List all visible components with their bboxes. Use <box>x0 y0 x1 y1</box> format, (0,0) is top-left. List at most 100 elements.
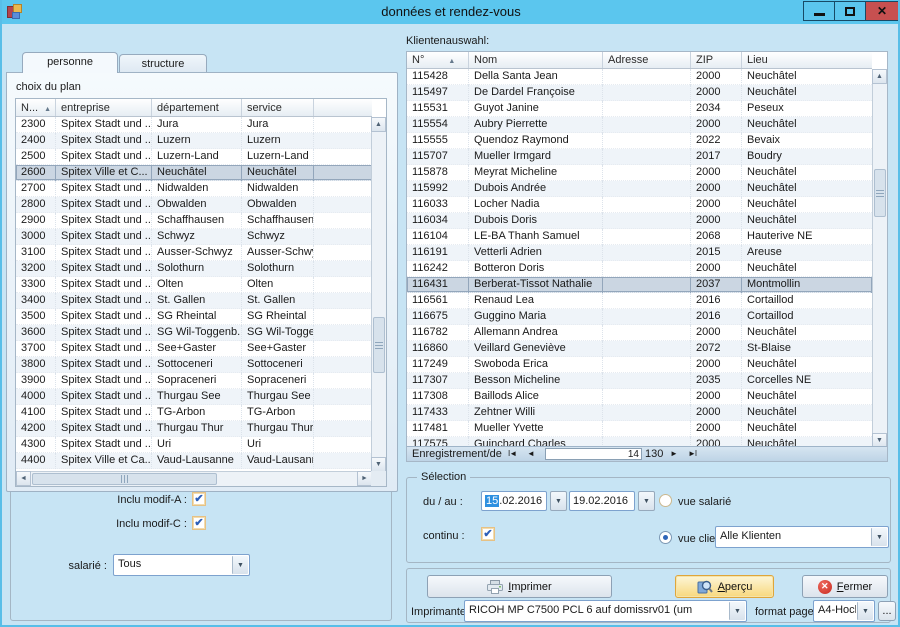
scroll-up-icon[interactable]: ▲ <box>872 69 887 84</box>
date-to-dropdown-icon[interactable] <box>638 491 655 511</box>
table-row[interactable]: 3200 Spitex Stadt und ... Solothurn Solo… <box>16 261 372 277</box>
modif-c-checkbox[interactable] <box>192 516 206 530</box>
maximize-button[interactable] <box>834 1 866 21</box>
scroll-left-icon[interactable]: ◄ <box>16 471 31 486</box>
table-row[interactable]: 3600 Spitex Stadt und ... SG Wil-Toggenb… <box>16 325 372 341</box>
close-button[interactable] <box>865 1 899 21</box>
salarie-combobox[interactable]: Tous <box>113 554 250 576</box>
table-row[interactable]: 2400 Spitex Stadt und ... Luzern Luzern <box>16 133 372 149</box>
table-row[interactable]: 3900 Spitex Stadt und ... Sopraceneri So… <box>16 373 372 389</box>
apercu-button[interactable]: Aperçu <box>675 575 774 598</box>
table-row[interactable]: 116191 Vetterli Adrien 2015 Areuse <box>407 245 872 261</box>
table-row[interactable]: 4200 Spitex Stadt und ... Thurgau Thur T… <box>16 421 372 437</box>
client-vscroll-thumb[interactable] <box>874 169 886 217</box>
table-row[interactable]: 116034 Dubois Doris 2000 Neuchâtel <box>407 213 872 229</box>
modif-a-checkbox[interactable] <box>192 492 206 506</box>
table-row[interactable]: 2500 Spitex Stadt und ... Luzern-Land Lu… <box>16 149 372 165</box>
cell-zip: 2017 <box>691 149 742 165</box>
client-col-zip[interactable]: ZIP <box>691 52 742 68</box>
date-to-field[interactable]: 19.02.2016 <box>569 491 635 511</box>
table-row[interactable]: 116242 Botteron Doris 2000 Neuchâtel <box>407 261 872 277</box>
tab-structure[interactable]: structure <box>119 54 207 73</box>
chevron-down-icon[interactable] <box>232 556 248 574</box>
chevron-down-icon[interactable] <box>729 602 745 620</box>
table-row[interactable]: 3100 Spitex Stadt und ... Ausser-Schwyz … <box>16 245 372 261</box>
table-row[interactable]: 4100 Spitex Stadt und ... TG-Arbon TG-Ar… <box>16 405 372 421</box>
table-row[interactable]: 116561 Renaud Lea 2016 Cortaillod <box>407 293 872 309</box>
date-from-dropdown-icon[interactable] <box>550 491 567 511</box>
table-row[interactable]: 116860 Veillard Geneviève 2072 St-Blaise <box>407 341 872 357</box>
chevron-down-icon[interactable] <box>857 602 873 620</box>
imprimante-combobox[interactable]: RICOH MP C7500 PCL 6 auf domissrv01 (um <box>464 600 747 622</box>
fermer-button[interactable]: Fermer <box>802 575 888 598</box>
table-row[interactable]: 3700 Spitex Stadt und ... See+Gaster See… <box>16 341 372 357</box>
table-row[interactable]: 115878 Meyrat Micheline 2000 Neuchâtel <box>407 165 872 181</box>
nav-first-icon[interactable]: I◄ <box>508 449 516 458</box>
record-position-input[interactable]: 14 <box>545 448 642 460</box>
table-row[interactable]: 115428 Della Santa Jean 2000 Neuchâtel <box>407 69 872 85</box>
table-row[interactable]: 116431 Berberat-Tissot Nathalie 2037 Mon… <box>407 277 872 293</box>
table-row[interactable]: 2600 Spitex Ville et C... Neuchâtel Neuc… <box>16 165 372 181</box>
table-row[interactable]: 117481 Mueller Yvette 2000 Neuchâtel <box>407 421 872 437</box>
client-col-nom[interactable]: Nom <box>469 52 603 68</box>
table-row[interactable]: 117307 Besson Micheline 2035 Corcelles N… <box>407 373 872 389</box>
table-row[interactable]: 117433 Zehtner Willi 2000 Neuchâtel <box>407 405 872 421</box>
table-row[interactable]: 3400 Spitex Stadt und ... St. Gallen St.… <box>16 293 372 309</box>
client-col-n[interactable]: N° <box>407 52 469 68</box>
nav-previous-icon[interactable]: ◄ <box>527 449 534 458</box>
table-row[interactable]: 4300 Spitex Stadt und ... Uri Uri <box>16 437 372 453</box>
table-row[interactable]: 116675 Guggino Maria 2016 Cortaillod <box>407 309 872 325</box>
table-row[interactable]: 115707 Mueller Irmgard 2017 Boudry <box>407 149 872 165</box>
vue-clients-radio[interactable] <box>659 531 672 544</box>
minimize-button[interactable] <box>803 1 835 21</box>
table-row[interactable]: 3800 Spitex Stadt und ... Sottoceneri So… <box>16 357 372 373</box>
tab-personne[interactable]: personne <box>22 52 118 73</box>
plan-vscrollbar[interactable]: ▲ ▼ <box>371 117 386 472</box>
table-row[interactable]: 3000 Spitex Stadt und ... Schwyz Schwyz <box>16 229 372 245</box>
vue-salarie-radio[interactable] <box>659 494 672 507</box>
table-row[interactable]: 4000 Spitex Stadt und ... Thurgau See Th… <box>16 389 372 405</box>
client-col-adresse[interactable]: Adresse <box>603 52 691 68</box>
table-row[interactable]: 117249 Swoboda Erica 2000 Neuchâtel <box>407 357 872 373</box>
nav-last-icon[interactable]: ►I <box>688 449 696 458</box>
plan-col-n[interactable]: N... <box>16 99 56 116</box>
table-row[interactable]: 3500 Spitex Stadt und ... SG Rheintal SG… <box>16 309 372 325</box>
table-row[interactable]: 115497 De Dardel Françoise 2000 Neuchâte… <box>407 85 872 101</box>
table-row[interactable]: 2800 Spitex Stadt und ... Obwalden Obwal… <box>16 197 372 213</box>
table-row[interactable]: 117308 Baillods Alice 2000 Neuchâtel <box>407 389 872 405</box>
plan-hscroll-thumb[interactable] <box>32 473 217 485</box>
plan-col-entreprise[interactable]: entreprise <box>56 99 152 116</box>
cell-service: Nidwalden <box>242 181 314 197</box>
table-row[interactable]: 115554 Aubry Pierrette 2000 Neuchâtel <box>407 117 872 133</box>
cell-zip: 2022 <box>691 133 742 149</box>
plan-col-departement[interactable]: département <box>152 99 242 116</box>
table-row[interactable]: 115531 Guyot Janine 2034 Peseux <box>407 101 872 117</box>
table-row[interactable]: 116033 Locher Nadia 2000 Neuchâtel <box>407 197 872 213</box>
client-vscrollbar[interactable]: ▲ ▼ <box>872 69 887 448</box>
date-from-field[interactable]: 15.02.2016 <box>481 491 547 511</box>
table-row[interactable]: 2900 Spitex Stadt und ... Schaffhausen S… <box>16 213 372 229</box>
plan-col-service[interactable]: service <box>242 99 314 116</box>
table-row[interactable]: 4400 Spitex Ville et Ca... Vaud-Lausanne… <box>16 453 372 469</box>
chevron-down-icon[interactable] <box>871 528 887 546</box>
table-row[interactable]: 115992 Dubois Andrée 2000 Neuchâtel <box>407 181 872 197</box>
continu-checkbox[interactable] <box>481 527 495 541</box>
client-grid-body: 115428 Della Santa Jean 2000 Neuchâtel 1… <box>407 69 872 448</box>
format-page-combobox[interactable]: A4-Hoch <box>813 600 875 622</box>
plan-vscroll-thumb[interactable] <box>373 317 385 373</box>
table-row[interactable]: 2300 Spitex Stadt und ... Jura Jura <box>16 117 372 133</box>
table-row[interactable]: 116782 Allemann Andrea 2000 Neuchâtel <box>407 325 872 341</box>
scroll-right-icon[interactable]: ► <box>357 471 372 486</box>
plan-hscrollbar[interactable]: ◄ ► <box>16 471 372 486</box>
clients-filter-combobox[interactable]: Alle Klienten <box>715 526 889 548</box>
table-row[interactable]: 2700 Spitex Stadt und ... Nidwalden Nidw… <box>16 181 372 197</box>
table-row[interactable]: 115555 Quendoz Raymond 2022 Bevaix <box>407 133 872 149</box>
format-page-more-button[interactable]: ... <box>878 601 896 621</box>
table-row[interactable]: 3300 Spitex Stadt und ... Olten Olten <box>16 277 372 293</box>
nav-next-icon[interactable]: ► <box>670 449 677 458</box>
table-row[interactable]: 116104 LE-BA Thanh Samuel 2068 Hauterive… <box>407 229 872 245</box>
imprimer-button[interactable]: Imprimer <box>427 575 612 598</box>
client-col-lieu[interactable]: Lieu <box>742 52 872 68</box>
scroll-up-icon[interactable]: ▲ <box>371 117 386 132</box>
scroll-down-icon[interactable]: ▼ <box>371 457 386 472</box>
